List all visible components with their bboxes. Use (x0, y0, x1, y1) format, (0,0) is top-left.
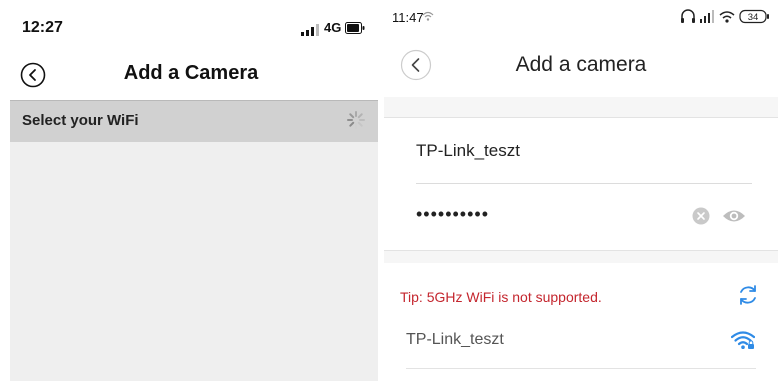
field-divider (416, 183, 752, 184)
wifi-network-name: TP-Link_teszt (406, 331, 504, 348)
status-time: 12:27 (22, 19, 63, 36)
clear-icon[interactable] (692, 207, 710, 225)
tip-message: Tip: 5GHz WiFi is not supported. (400, 289, 602, 305)
show-password-eye-icon[interactable] (722, 208, 746, 224)
cell-signal-icon (301, 24, 319, 36)
page-title: Add a Camera (123, 62, 259, 84)
refresh-icon[interactable] (736, 283, 760, 307)
android-screen: 11:47 34 Add a camera TP-Link_teszt ••••… (384, 0, 778, 381)
wifi-password-field[interactable]: •••••••••• (416, 204, 489, 225)
wifi-locked-icon (731, 331, 755, 349)
page-title: Add a camera (515, 53, 647, 76)
section-divider (384, 250, 778, 263)
wifi-select-label: Select your WiFi (22, 112, 139, 129)
list-divider (406, 368, 756, 369)
wifi-status-icon (422, 11, 434, 21)
battery-level: 34 (748, 12, 759, 23)
status-time: 11:47 (392, 10, 424, 25)
wifi-name-field[interactable]: TP-Link_teszt (416, 141, 520, 161)
section-divider (384, 97, 778, 118)
battery-icon (345, 22, 365, 34)
ios-screen: 12:27 4G Add a Camera Select your WiFi (0, 0, 382, 381)
network-type: 4G (324, 20, 342, 35)
loading-spinner-icon (347, 111, 365, 129)
wifi-list-area (10, 142, 378, 381)
status-icons: 34 (681, 9, 769, 24)
